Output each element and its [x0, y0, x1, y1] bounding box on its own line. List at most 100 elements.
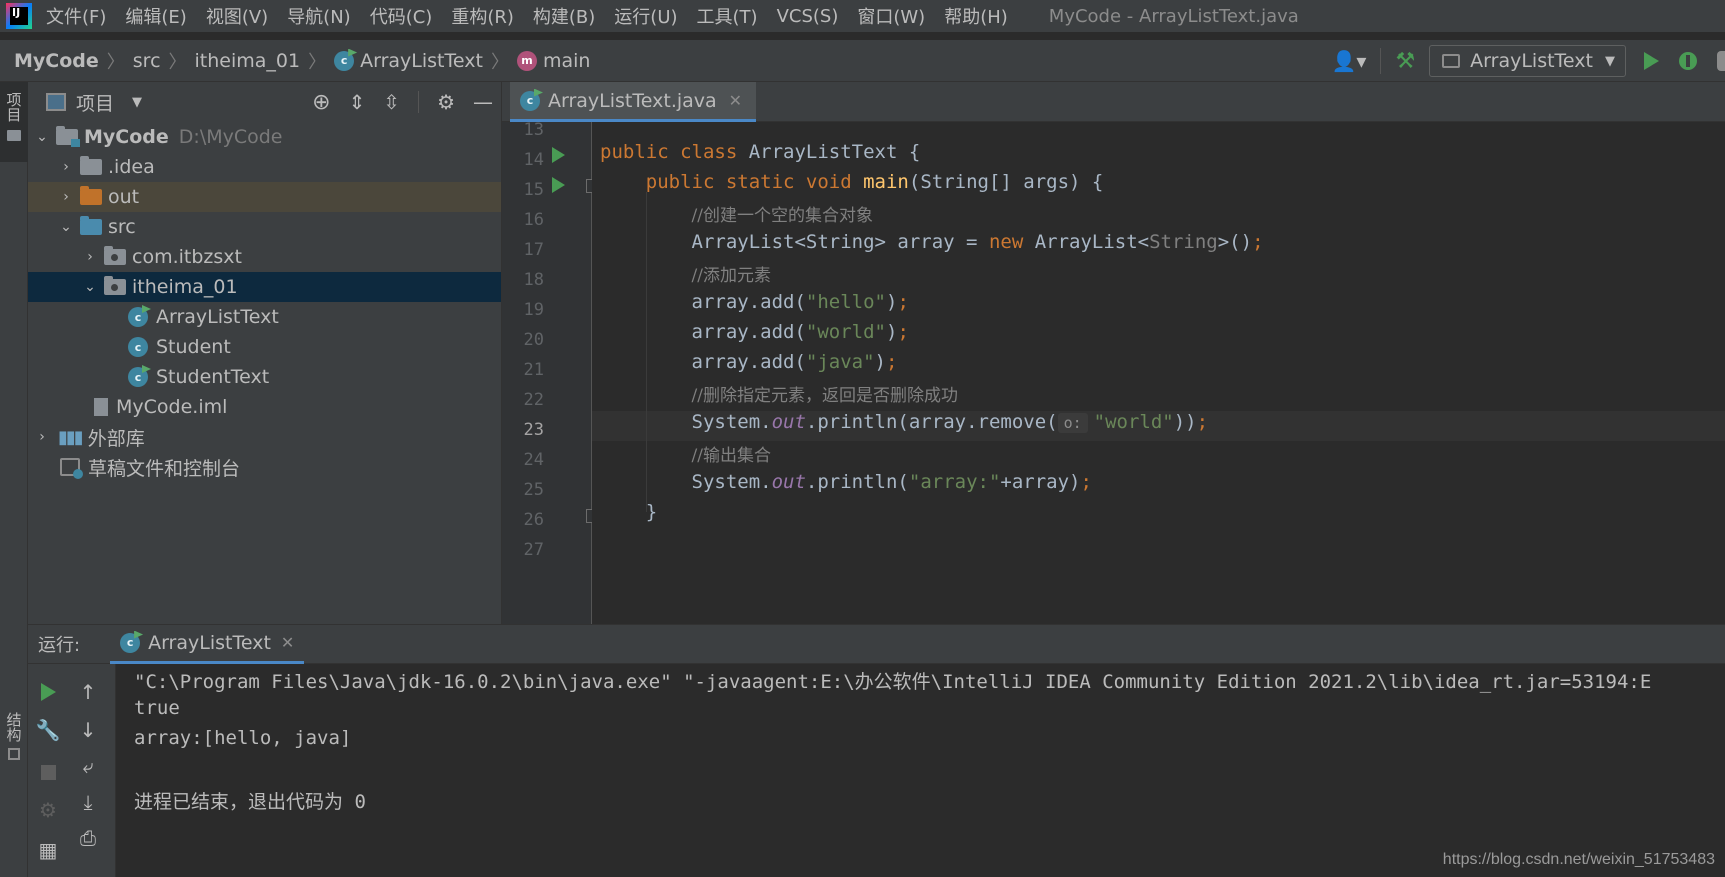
- gear-icon[interactable]: ⚙: [437, 90, 455, 114]
- code-line-18: //添加元素: [691, 266, 771, 286]
- chevron-down-icon[interactable]: ⌄: [32, 129, 52, 145]
- breadcrumb-separator-icon: 〉: [106, 51, 125, 73]
- breadcrumb-package[interactable]: itheima_01: [195, 50, 301, 72]
- run-class-gutter-icon[interactable]: [552, 147, 565, 163]
- build-hammer-icon[interactable]: ⚒: [1395, 49, 1415, 74]
- tree-item-label: itheima_01: [132, 276, 238, 298]
- tree-item-out[interactable]: › out: [28, 182, 501, 212]
- line-number: 16: [523, 210, 544, 230]
- code-line-24: //输出集合: [691, 446, 771, 466]
- code-line-17: ArrayList<String> array = new ArrayList<…: [600, 231, 1264, 253]
- menu-help[interactable]: 帮助(H): [944, 3, 1008, 29]
- tree-item-class-student[interactable]: c Student: [28, 332, 501, 362]
- expand-all-icon[interactable]: ⇕: [349, 90, 366, 114]
- tree-item-external-libraries[interactable]: › ▮▮▮ 外部库: [28, 422, 501, 452]
- menu-build[interactable]: 构建(B): [533, 3, 595, 29]
- tree-item-root[interactable]: ⌄ MyCode D:\MyCode: [28, 122, 501, 152]
- arrow-up-icon[interactable]: ↑: [76, 680, 100, 704]
- folder-icon: [80, 156, 102, 175]
- tree-item-class-studenttext[interactable]: c StudentText: [28, 362, 501, 392]
- menu-tools[interactable]: 工具(T): [697, 3, 758, 29]
- close-icon[interactable]: ✕: [729, 91, 742, 110]
- line-number: 18: [523, 270, 544, 290]
- tree-item-package-com[interactable]: › com.itbzsxt: [28, 242, 501, 272]
- editor-gutter: 13 14 15 16 17 18 19 20 21 22 23 24 25 2…: [502, 120, 598, 624]
- code-line-26: }: [600, 501, 658, 523]
- stop-icon[interactable]: [36, 760, 60, 784]
- chevron-down-icon[interactable]: ⌄: [80, 279, 100, 295]
- run-tab-arraylisttext[interactable]: c ArrayListText ✕: [110, 624, 305, 664]
- menu-code[interactable]: 代码(C): [370, 3, 433, 29]
- user-icon[interactable]: 👤▾: [1331, 49, 1366, 73]
- debug-icon[interactable]: [1679, 52, 1697, 70]
- line-number: 15: [523, 180, 544, 200]
- tree-item-label: src: [108, 216, 136, 238]
- tree-item-label: com.itbzsxt: [132, 246, 242, 268]
- code-line-20: array.add("world");: [600, 321, 909, 343]
- chevron-down-icon[interactable]: ⌄: [56, 219, 76, 235]
- breadcrumb-method[interactable]: m main: [516, 50, 590, 72]
- project-panel-tools: ⊕ ⇕ ⇳ ⚙ —: [312, 82, 493, 122]
- menu-file[interactable]: 文件(F): [46, 3, 106, 29]
- excluded-folder-icon: [80, 186, 102, 205]
- print-icon[interactable]: ⎙: [76, 826, 100, 850]
- arrow-down-icon[interactable]: ↓: [76, 718, 100, 742]
- chevron-right-icon[interactable]: ›: [32, 429, 52, 445]
- coverage-icon[interactable]: [1717, 51, 1725, 71]
- folder-icon: [7, 130, 21, 141]
- chevron-right-icon[interactable]: ›: [80, 249, 100, 265]
- project-panel-title[interactable]: 项目: [76, 89, 114, 116]
- tree-item-label: ArrayListText: [156, 306, 279, 328]
- soft-wrap-icon[interactable]: ⤶: [76, 754, 100, 778]
- editor-tab-label: ArrayListText.java: [548, 89, 717, 112]
- tree-item-idea[interactable]: › .idea: [28, 152, 501, 182]
- project-tool-tab[interactable]: 项目: [0, 82, 28, 162]
- scroll-to-end-icon[interactable]: ⤓: [76, 790, 100, 814]
- breadcrumb-project[interactable]: MyCode: [14, 50, 99, 72]
- chevron-right-icon[interactable]: ›: [56, 189, 76, 205]
- menu-vcs[interactable]: VCS(S): [777, 6, 839, 27]
- menu-navigate[interactable]: 导航(N): [287, 3, 351, 29]
- collapse-all-icon[interactable]: ⇳: [383, 90, 400, 114]
- code-line-14: public class ArrayListText {: [600, 141, 921, 163]
- wrench-icon[interactable]: 🔧: [36, 718, 61, 742]
- close-icon[interactable]: ✕: [281, 633, 294, 652]
- structure-tool-tab[interactable]: 结构: [0, 712, 28, 760]
- tree-item-class-arraylisttext[interactable]: c ArrayListText: [28, 302, 501, 332]
- console-output[interactable]: "C:\Program Files\Java\jdk-16.0.2\bin\ja…: [116, 664, 1725, 877]
- project-view-icon: [46, 93, 66, 111]
- run-method-gutter-icon[interactable]: [552, 177, 565, 193]
- chevron-down-icon[interactable]: ▼: [132, 95, 142, 110]
- menu-view[interactable]: 视图(V): [206, 3, 268, 29]
- tree-item-label: .idea: [108, 156, 155, 178]
- chevron-right-icon[interactable]: ›: [56, 159, 76, 175]
- code-editor[interactable]: public class ArrayListText { public stat…: [592, 122, 1725, 624]
- class-icon: c: [334, 50, 355, 71]
- menu-bar: IJ 文件(F) 编辑(E) 视图(V) 导航(N) 代码(C) 重构(R) 构…: [0, 0, 1725, 32]
- code-line-22: //删除指定元素，返回是否删除成功: [691, 386, 958, 406]
- tree-item-package-itheima[interactable]: ⌄ itheima_01: [28, 272, 501, 302]
- run-config-selector[interactable]: ArrayListText ▼: [1429, 45, 1626, 77]
- breadcrumb-src[interactable]: src: [133, 50, 161, 72]
- tree-item-scratches[interactable]: 草稿文件和控制台: [28, 452, 501, 482]
- line-number: 22: [523, 390, 544, 410]
- breadcrumb-class[interactable]: c ArrayListText: [334, 50, 483, 72]
- menu-edit[interactable]: 编辑(E): [125, 3, 186, 29]
- minimize-icon[interactable]: —: [473, 90, 493, 114]
- menu-window[interactable]: 窗口(W): [857, 3, 925, 29]
- tree-item-iml[interactable]: MyCode.iml: [28, 392, 501, 422]
- settings-disabled-icon[interactable]: ⚙: [36, 798, 60, 822]
- tree-item-src[interactable]: ⌄ src: [28, 212, 501, 242]
- iml-file-icon: [94, 398, 108, 416]
- run-icon[interactable]: [1644, 52, 1659, 70]
- rerun-icon[interactable]: [36, 680, 60, 704]
- menu-run[interactable]: 运行(U): [614, 3, 677, 29]
- layout-icon[interactable]: ▦: [36, 838, 60, 862]
- line-number: 27: [523, 540, 544, 560]
- locate-icon[interactable]: ⊕: [312, 90, 330, 115]
- line-number: 26: [523, 510, 544, 530]
- parameter-hint: o:: [1057, 413, 1088, 433]
- toolbar-divider: [1380, 48, 1382, 74]
- menu-refactor[interactable]: 重构(R): [451, 3, 514, 29]
- editor-tab-arraylisttext[interactable]: c ArrayListText.java ✕: [510, 82, 757, 122]
